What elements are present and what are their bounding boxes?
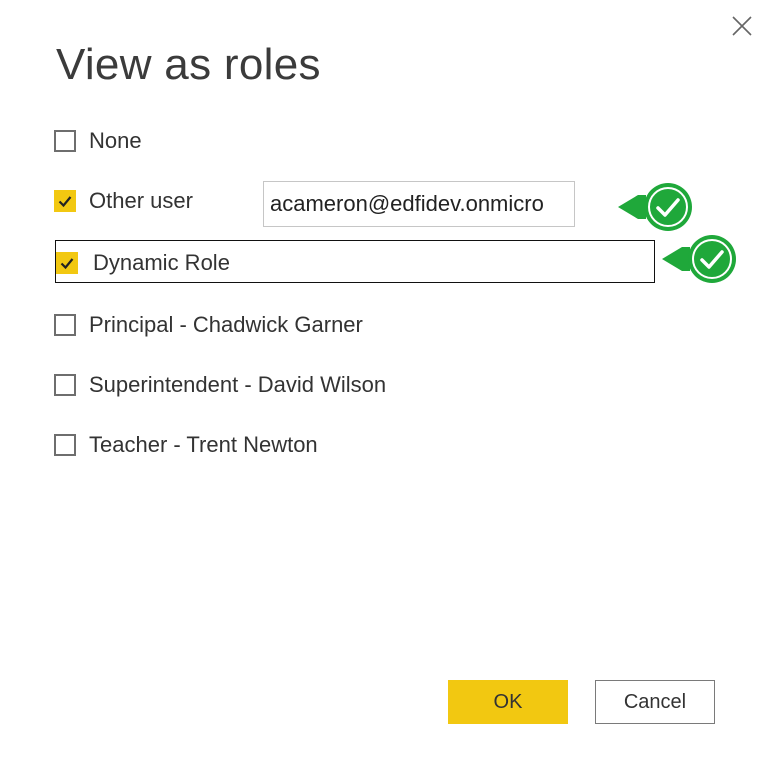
role-label-superintendent: Superintendent - David Wilson — [89, 372, 387, 397]
role-option-superintendent[interactable]: Superintendent - David Wilson — [54, 370, 386, 400]
role-option-other-user[interactable]: Other user — [54, 186, 193, 216]
dialog-title: View as roles — [56, 40, 321, 89]
role-option-teacher[interactable]: Teacher - Trent Newton — [54, 430, 318, 460]
role-label-other-user: Other user — [89, 188, 193, 213]
checkmark-icon — [58, 196, 72, 208]
role-option-none[interactable]: None — [54, 126, 142, 156]
role-label-teacher: Teacher - Trent Newton — [89, 432, 318, 457]
ok-button[interactable]: OK — [448, 680, 568, 724]
role-option-dynamic-role[interactable]: Dynamic Role — [56, 248, 230, 278]
checkbox-other-user[interactable] — [54, 190, 76, 212]
checkbox-principal[interactable] — [54, 314, 76, 336]
checkbox-superintendent[interactable] — [54, 374, 76, 396]
cancel-button[interactable]: Cancel — [595, 680, 715, 724]
close-icon[interactable] — [730, 14, 754, 38]
other-user-email-input[interactable] — [263, 181, 575, 227]
role-label-dynamic-role: Dynamic Role — [93, 250, 230, 275]
green-checkmark-pointer-icon — [662, 235, 736, 283]
checkmark-icon — [60, 258, 74, 270]
checkbox-teacher[interactable] — [54, 434, 76, 456]
checkbox-none[interactable] — [54, 130, 76, 152]
role-label-none: None — [89, 128, 142, 153]
role-option-principal[interactable]: Principal - Chadwick Garner — [54, 310, 363, 340]
green-checkmark-pointer-icon — [618, 183, 692, 231]
role-label-principal: Principal - Chadwick Garner — [89, 312, 363, 337]
checkbox-dynamic-role[interactable] — [56, 252, 78, 274]
